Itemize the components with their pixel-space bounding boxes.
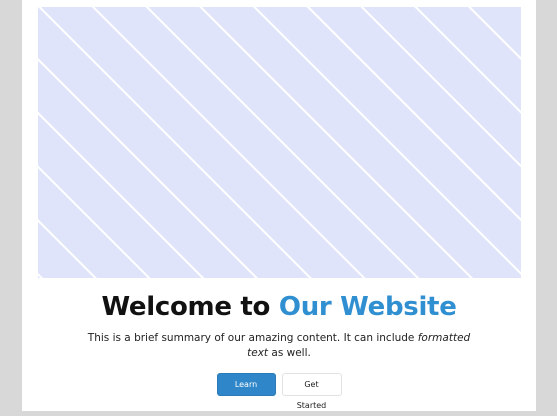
hero-image — [38, 7, 521, 278]
summary-text-before: This is a brief summary of our amazing c… — [87, 332, 418, 344]
page-title-prefix: Welcome to — [101, 292, 271, 322]
hero-stripes — [38, 7, 521, 278]
get-started-button[interactable]: Get Started — [281, 373, 342, 410]
summary-text-after: as well. — [268, 347, 311, 359]
page-title-accent: Our Website — [278, 292, 457, 322]
summary-text: This is a brief summary of our amazing c… — [77, 331, 481, 361]
page-container: Welcome to Our Website This is a brief s… — [22, 0, 536, 411]
learn-more-button[interactable]: Learn More — [216, 373, 276, 410]
page-title: Welcome to Our Website — [22, 292, 536, 322]
action-buttons: Learn More Get Started — [22, 373, 536, 410]
